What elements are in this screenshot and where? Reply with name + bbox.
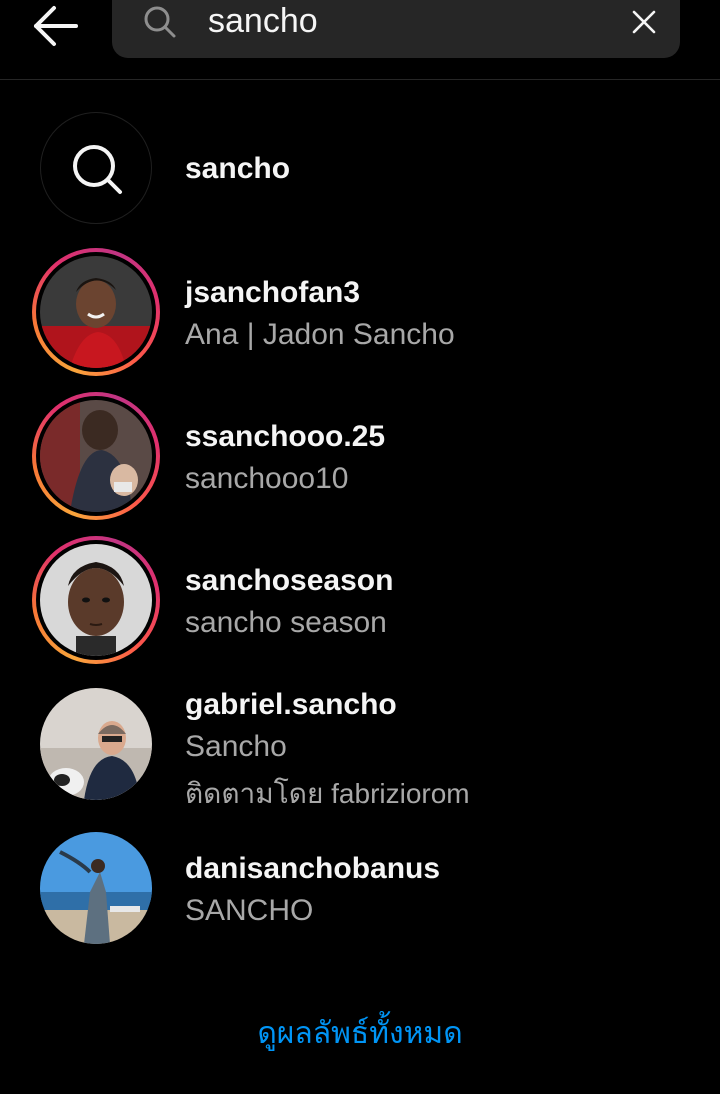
- result-row[interactable]: danisanchobanus SANCHO: [0, 832, 720, 944]
- result-fullname: sancho season: [185, 606, 387, 639]
- search-results-screen: sancho jsanchofan3 Ana | Jadon Sancho: [0, 0, 720, 1094]
- result-row[interactable]: jsanchofan3 Ana | Jadon Sancho: [0, 248, 720, 376]
- query-suggestion-row[interactable]: sancho: [0, 112, 720, 224]
- story-ring: [32, 392, 160, 520]
- back-arrow-icon[interactable]: [30, 2, 82, 48]
- result-fullname: Sancho: [185, 730, 287, 763]
- avatar: [40, 256, 152, 368]
- search-input[interactable]: [208, 0, 608, 42]
- result-row[interactable]: sanchoseason sancho season: [0, 536, 720, 664]
- result-username: danisanchobanus: [185, 852, 441, 885]
- result-username: ssanchooo.25: [185, 420, 386, 453]
- avatar: [40, 832, 152, 944]
- result-fullname: SANCHO: [185, 894, 314, 927]
- result-followed-by: ติดตามโดย fabriziorom: [185, 778, 470, 809]
- result-username: jsanchofan3: [185, 276, 361, 309]
- avatar: [40, 688, 152, 800]
- query-icon-circle: [40, 112, 152, 224]
- story-ring: [32, 248, 160, 376]
- search-icon: [73, 145, 122, 194]
- query-suggestion-text: sancho: [185, 152, 291, 185]
- avatar: [40, 544, 152, 656]
- story-ring: [32, 536, 160, 664]
- result-fullname: Ana | Jadon Sancho: [185, 318, 455, 351]
- result-username: gabriel.sancho: [185, 688, 397, 721]
- search-header: [0, 0, 720, 80]
- result-row[interactable]: gabriel.sancho Sancho ติดตามโดย fabrizio…: [0, 688, 720, 809]
- avatar: [40, 400, 152, 512]
- result-fullname: sanchooo10: [185, 462, 349, 495]
- search-bar[interactable]: [112, 0, 680, 58]
- see-all-results-link[interactable]: ดูผลลัพธ์ทั้งหมด: [0, 1010, 720, 1057]
- result-username: sanchoseason: [185, 564, 394, 597]
- clear-search-icon[interactable]: [628, 6, 660, 38]
- result-row[interactable]: ssanchooo.25 sanchooo10: [0, 392, 720, 520]
- search-icon: [142, 4, 178, 40]
